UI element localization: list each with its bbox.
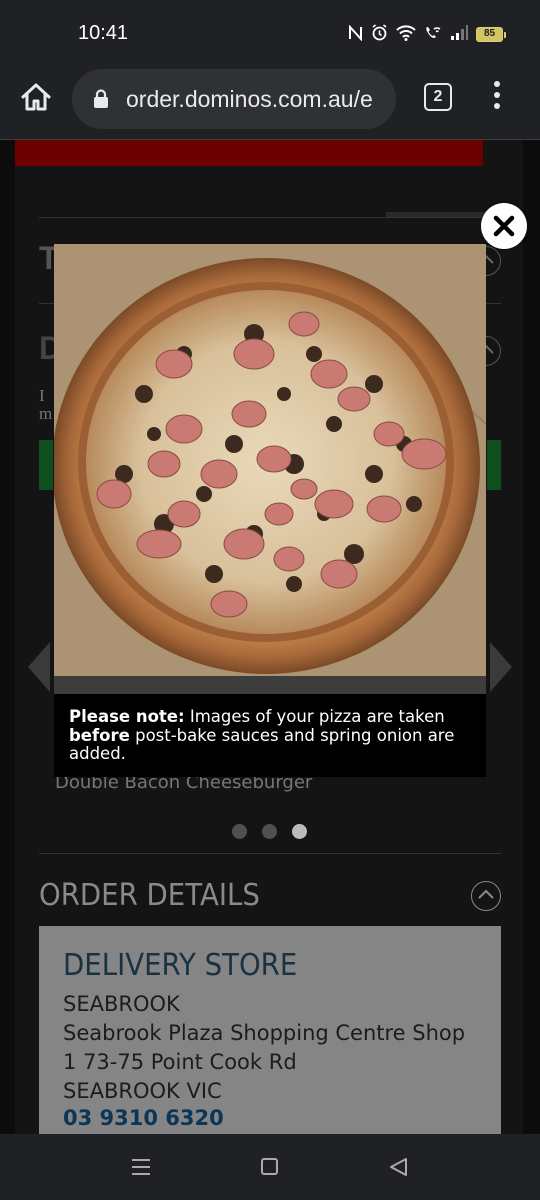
- pizza-image-modal: Please note: Images of your pizza are ta…: [54, 244, 486, 777]
- nfc-icon: [348, 23, 363, 45]
- chevron-up-icon[interactable]: [471, 881, 501, 911]
- carousel-next-icon[interactable]: [490, 642, 512, 692]
- store-address-line: Seabrook Plaza Shopping Centre Shop: [63, 1021, 466, 1045]
- pizza-image-note: Please note: Images of your pizza are ta…: [69, 707, 479, 764]
- carousel-dots: [232, 824, 307, 839]
- browser-toolbar: order.dominos.com.au/e 2: [0, 66, 540, 140]
- order-details-title: ORDER DETAILS: [39, 878, 260, 913]
- address-bar[interactable]: order.dominos.com.au/e: [72, 69, 396, 129]
- nav-back-icon[interactable]: [388, 1157, 408, 1177]
- divider: [39, 853, 501, 854]
- pizza-photo: [54, 244, 486, 676]
- home-button[interactable]: [18, 80, 54, 116]
- signal-icon: [450, 25, 468, 44]
- lock-icon: [94, 89, 108, 108]
- system-nav-bar: [0, 1134, 540, 1200]
- note-emphasis: before: [69, 725, 130, 745]
- home-icon: [21, 83, 51, 111]
- store-phone-link[interactable]: 03 9310 6320: [63, 1106, 224, 1130]
- carousel-dot[interactable]: [262, 824, 277, 839]
- carousel-dot[interactable]: [232, 824, 247, 839]
- carousel-dot-active[interactable]: [292, 824, 307, 839]
- delivery-store-card: DELIVERY STORE SEABROOK Seabrook Plaza S…: [39, 926, 501, 1134]
- battery-icon: 85: [476, 27, 506, 42]
- recents-menu-icon[interactable]: [131, 1158, 151, 1176]
- carousel-prev-icon[interactable]: [28, 642, 50, 692]
- red-banner: [15, 140, 483, 166]
- alarm-icon: [371, 24, 388, 45]
- delivery-store-title: DELIVERY STORE: [63, 948, 298, 983]
- divider: [39, 217, 501, 218]
- green-button-edge[interactable]: [487, 440, 501, 490]
- image-bottom-bar: [54, 676, 486, 694]
- note-text: Images of your pizza are taken: [189, 707, 445, 726]
- nav-home-icon[interactable]: [261, 1158, 278, 1175]
- url-text: order.dominos.com.au/e: [126, 86, 373, 112]
- status-bar: 10:41 85: [0, 0, 540, 66]
- partial-text: m: [39, 404, 53, 423]
- modal-close-button[interactable]: [481, 203, 527, 249]
- progress-strip: [386, 212, 486, 217]
- wifi-icon: [396, 24, 416, 45]
- close-icon: [493, 215, 515, 237]
- status-icons: 85: [348, 23, 506, 45]
- store-address-line: 1 73-75 Point Cook Rd: [63, 1050, 297, 1074]
- wifi-calling-icon: [424, 25, 442, 45]
- battery-level: 85: [476, 27, 503, 42]
- note-label: Please note:: [69, 707, 185, 726]
- tab-switcher-button[interactable]: 2: [424, 83, 452, 111]
- more-vert-icon[interactable]: [491, 81, 503, 113]
- status-time: 10:41: [78, 22, 129, 44]
- partial-text: I: [39, 386, 45, 405]
- store-name: SEABROOK: [63, 992, 180, 1016]
- green-button-edge[interactable]: [39, 440, 53, 490]
- store-suburb: SEABROOK VIC: [63, 1079, 222, 1103]
